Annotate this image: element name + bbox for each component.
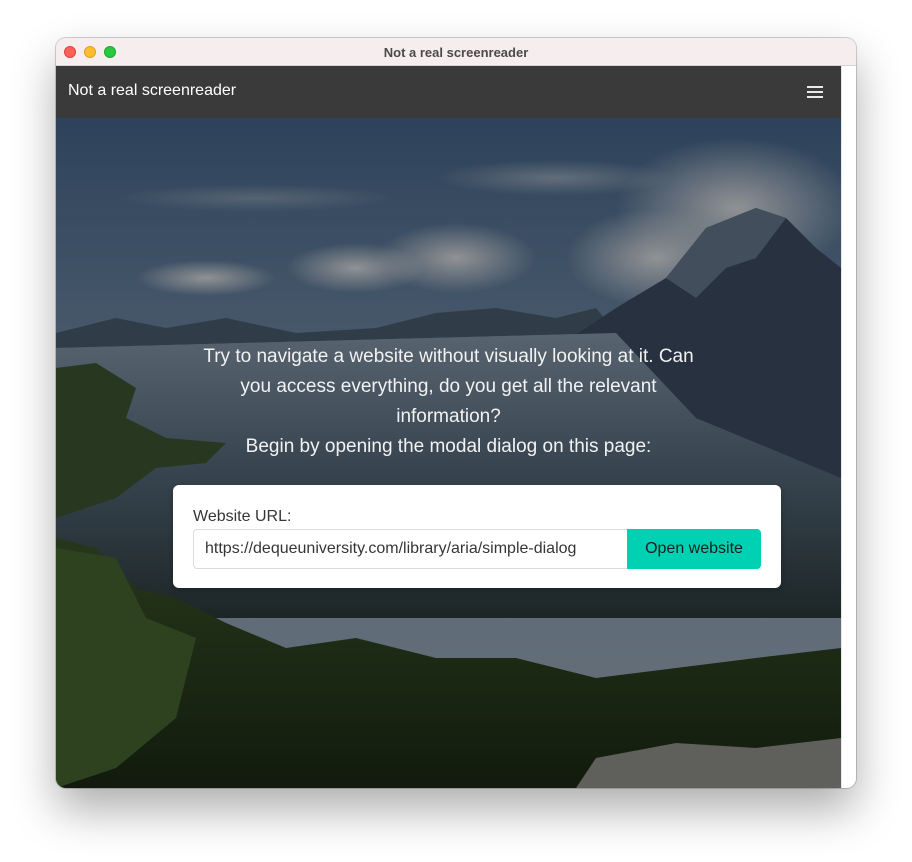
vertical-scrollbar[interactable] [841, 66, 856, 788]
instruction-text: Begin by opening the modal dialog on thi… [245, 436, 652, 457]
website-url-input[interactable] [193, 529, 627, 569]
app-window: Not a real screenreader Not a real scree… [56, 38, 856, 788]
site-brand[interactable]: Not a real screenreader [68, 82, 236, 100]
intro-text: Try to navigate a website without visual… [203, 346, 694, 427]
website-url-label: Website URL: [193, 508, 292, 525]
navbar: Not a real screenreader [56, 66, 841, 118]
hamburger-menu-icon[interactable] [801, 80, 829, 104]
title-bar[interactable]: Not a real screenreader [56, 38, 856, 66]
web-viewport: Not a real screenreader Try to navigate … [56, 66, 841, 788]
window-title: Not a real screenreader [383, 45, 529, 60]
open-website-button[interactable]: Open website [627, 529, 761, 569]
hero-section: Try to navigate a website without visual… [56, 118, 841, 788]
url-form-card: Website URL: Open website [173, 485, 781, 588]
